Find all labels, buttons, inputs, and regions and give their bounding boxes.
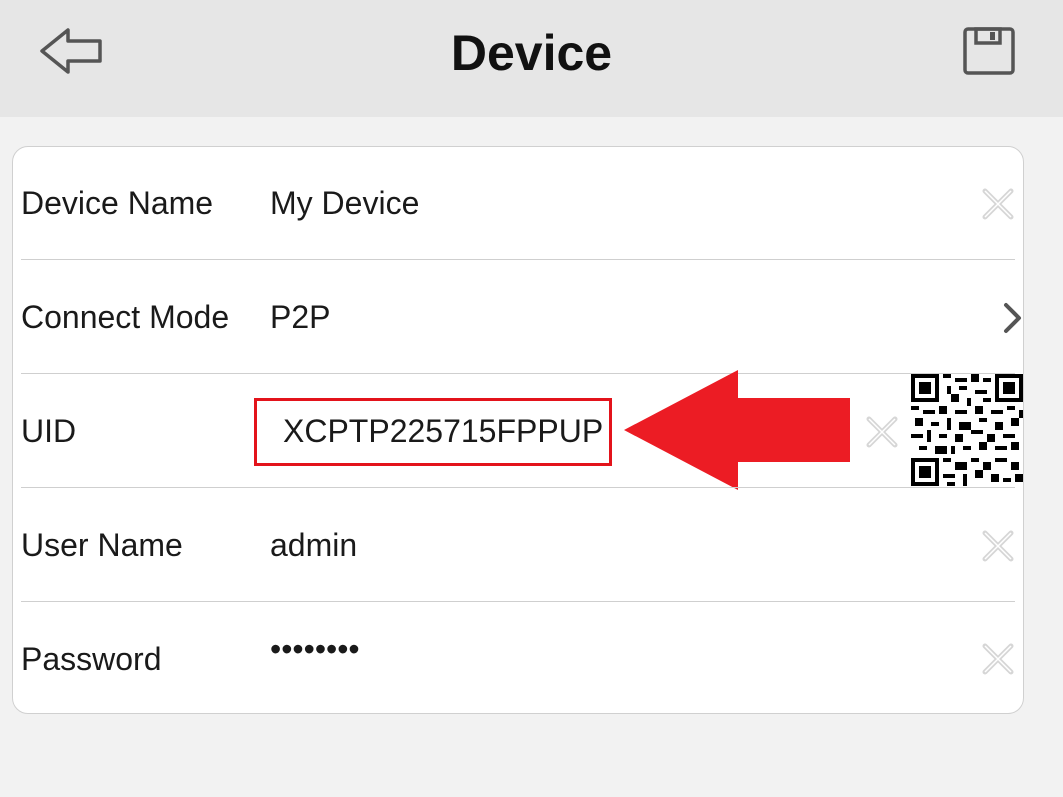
chevron-right-icon[interactable] <box>1002 301 1024 335</box>
password-field[interactable] <box>270 593 790 706</box>
user-name-label: User Name <box>21 527 183 563</box>
clear-device-name-icon[interactable] <box>980 186 1016 222</box>
device-name-field[interactable] <box>270 147 790 260</box>
password-row: Password <box>21 593 1015 716</box>
clear-uid-icon[interactable] <box>864 414 900 450</box>
page-title: Device <box>450 25 613 81</box>
divider <box>21 487 1015 488</box>
red-arrow-annotation-icon <box>624 370 850 490</box>
device-name-label: Device Name <box>21 185 214 221</box>
qr-code-scan-icon[interactable] <box>911 374 1023 486</box>
clear-user-name-icon[interactable] <box>980 528 1016 564</box>
connect-mode-label: Connect Mode <box>21 299 230 335</box>
connect-mode-row[interactable]: Connect Mode P2P <box>21 261 1015 374</box>
connect-mode-value: P2P <box>270 299 331 335</box>
clear-password-icon[interactable] <box>980 641 1016 677</box>
uid-label: UID <box>21 413 77 449</box>
user-name-row: User Name <box>21 489 1015 602</box>
divider <box>21 259 1015 260</box>
save-button[interactable] <box>962 26 1016 76</box>
divider <box>21 373 1015 374</box>
header-bar: Device <box>0 0 1063 117</box>
user-name-field[interactable] <box>270 489 790 602</box>
save-floppy-icon <box>963 27 1015 75</box>
uid-highlight-box <box>254 398 612 466</box>
password-label: Password <box>21 641 162 677</box>
device-name-row: Device Name <box>21 147 1015 260</box>
